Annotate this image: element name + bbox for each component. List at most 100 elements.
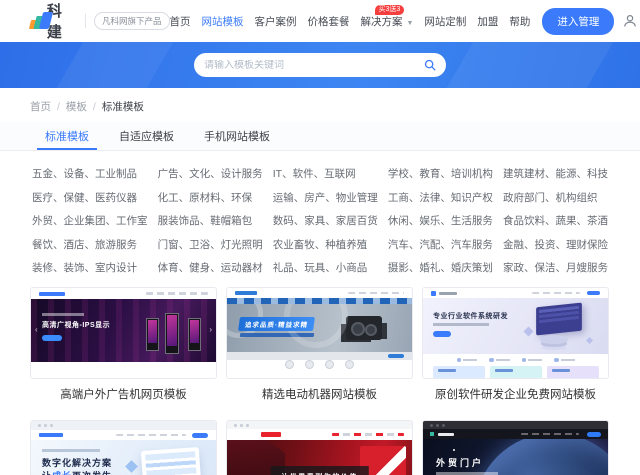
tab-responsive-template[interactable]: 自适应模板 [119,122,174,150]
mock-button [192,432,208,438]
mock-site-header [423,288,608,298]
search-banner [0,42,640,88]
mock-text-line [42,313,84,316]
category-link[interactable]: 建筑建材、能源、科技 [503,166,608,181]
category-link[interactable]: 运输、房产、物业管理 [273,190,378,205]
category-link[interactable]: 化工、原材料、环保 [158,190,263,205]
main-nav: 首页 网站模板 客户案例 价格套餐 买3送3 解决方案 ▼ 网站定制 加盟 帮助 [170,4,530,29]
category-link[interactable]: 农业畜牧、种植养殖 [273,237,378,252]
mock-logo [39,291,65,296]
category-link[interactable]: 学校、教育、培训机构 [388,166,493,181]
mock-hero-text: 高清广视角-IPS显示 [42,322,111,329]
cube-graphic [125,460,138,473]
mock-logo-text [439,291,457,295]
mock-nav-links [532,291,580,295]
nav-item-home[interactable]: 首页 [170,14,191,29]
category-link[interactable]: 五金、设备、工业制品 [32,166,148,181]
breadcrumb-home[interactable]: 首页 [30,99,51,114]
mock-hero-banner: 专业行业软件系统研发 [423,298,608,354]
category-column-4: 学校、教育、培训机构 工商、法律、知识产权 休闲、娱乐、生活服务 汽车、汽配、汽… [388,166,493,275]
mock-text-line [239,333,315,337]
search-box[interactable] [194,53,446,77]
template-thumbnail: 数字化解决方案 让成长再次发生 [30,420,217,475]
nav-item-templates[interactable]: 网站模板 [202,14,244,29]
tab-standard-template[interactable]: 标准模板 [37,122,97,150]
top-header: 凡科建站 凡科网旗下产品 首页 网站模板 客户案例 价格套餐 买3送3 解决方案… [0,0,640,62]
chevron-down-icon: ▼ [406,19,414,27]
category-link[interactable]: 餐饮、酒店、旅游服务 [32,237,148,252]
mock-button [433,331,451,337]
category-link[interactable]: 金融、投资、理财保险 [503,237,608,252]
category-link[interactable]: 汽车、汽配、汽车服务 [388,237,493,252]
carousel-next-icon: › [209,325,212,334]
category-link[interactable]: 门窗、卫浴、灯光照明 [158,237,263,252]
template-caption[interactable]: 精选电动机器网站模板 [226,386,413,402]
ad-kiosk-graphic [146,318,159,351]
template-type-tabs: 标准模板 自适应模板 手机网站模板 [0,122,640,151]
category-link[interactable]: 摄影、婚礼、婚庆策划 [388,260,493,275]
nav-item-cases[interactable]: 客户案例 [255,14,297,29]
user-icon [624,14,637,27]
search-input[interactable] [204,59,424,71]
mock-hero-text: 外贸门户 [436,458,485,468]
category-link[interactable]: 礼品、玩具、小商品 [273,260,378,275]
mock-hero-banner: 外贸门户 [423,439,608,475]
template-card-digital[interactable]: 数字化解决方案 让成长再次发生 [30,420,217,475]
mock-sub-strip [227,352,412,360]
breadcrumb-separator: / [92,100,96,113]
carousel-prev-icon: ‹ [35,325,38,334]
category-link[interactable]: 政府部门、机构组织 [503,190,608,205]
tab-mobile-template[interactable]: 手机网站模板 [204,122,270,150]
category-link[interactable]: 体育、健身、运动器材 [158,260,263,275]
mock-feature-icons [227,360,412,369]
mock-hero-text: 追求品质·精益求精 [238,317,316,331]
category-link[interactable]: 服装饰品、鞋帽箱包 [158,213,263,228]
monitor-graphic [536,302,582,336]
mock-button [587,431,601,437]
mock-site-header [227,429,412,440]
template-caption[interactable]: 原创软件研发企业免费网站模板 [422,386,609,402]
template-card-software[interactable]: 专业行业软件系统研发 原创软件研发企业免费网站模板 [422,287,609,402]
template-caption[interactable]: 高端户外广告机网页模板 [30,386,217,402]
category-link[interactable]: IT、软件、互联网 [273,166,378,181]
mock-logo [261,432,281,437]
mock-hero-banner: 数字化解决方案 让成长再次发生 [31,440,216,475]
category-link[interactable]: 外贸、企业集团、工作室 [32,213,148,228]
nav-item-custom[interactable]: 网站定制 [424,14,466,29]
template-thumbnail: 高清广视角-IPS显示 ‹ › [30,287,217,379]
nav-item-solutions[interactable]: 买3送3 解决方案 ▼ [361,4,414,29]
nav-item-pricing[interactable]: 价格套餐 [308,14,350,29]
mock-hero-text: 数字化解决方案 [42,458,113,468]
breadcrumb-separator: / [57,100,60,113]
promo-badge: 买3送3 [374,4,405,15]
browser-chrome [227,421,412,429]
category-link[interactable]: 食品饮料、蔬果、茶酒 [503,213,608,228]
template-card-ad-machine[interactable]: 高清广视角-IPS显示 ‹ › 高端户外广告机网页模板 [30,287,217,402]
template-card-brand-value[interactable]: 让世界看到你的价值 [226,420,413,475]
template-card-trade-portal[interactable]: 外贸门户 [422,420,609,475]
mock-hero-text: 专业行业软件系统研发 [433,313,508,320]
breadcrumb-templates[interactable]: 模板 [66,99,87,114]
category-link[interactable]: 装修、装饰、室内设计 [32,260,148,275]
mock-hero-banner: 追求品质·精益求精 [227,304,412,352]
mock-hero-photo: 让世界看到你的价值 [227,440,412,475]
category-link[interactable]: 数码、家具、家居百货 [273,213,378,228]
enter-manage-button[interactable]: 进入管理 [542,7,615,35]
mock-site-header [423,429,608,439]
search-icon[interactable] [424,59,436,71]
category-column-1: 五金、设备、工业制品 医疗、保健、医药仪器 外贸、企业集团、工作室 餐饮、酒店、… [32,166,148,275]
category-link[interactable]: 休闲、娱乐、生活服务 [388,213,493,228]
user-menu[interactable]: ▼ [622,13,640,29]
category-link[interactable]: 工商、法律、知识产权 [388,190,493,205]
nav-item-help[interactable]: 帮助 [509,14,530,29]
mock-hero-banner: 高清广视角-IPS显示 ‹ › [31,299,216,362]
template-card-machinery[interactable]: 追求品质·精益求精 精选电动机器网站模板 [226,287,413,402]
category-link[interactable]: 广告、文化、设计服务 [158,166,263,181]
laptop-graphic [140,447,202,475]
nav-item-join[interactable]: 加盟 [477,14,498,29]
category-link[interactable]: 家政、保洁、月嫂服务 [503,260,608,275]
browser-chrome [31,421,216,430]
category-link[interactable]: 医疗、保健、医药仪器 [32,190,148,205]
mock-text-line [436,472,498,475]
mock-hero-overlay: 让世界看到你的价值 [270,465,369,475]
